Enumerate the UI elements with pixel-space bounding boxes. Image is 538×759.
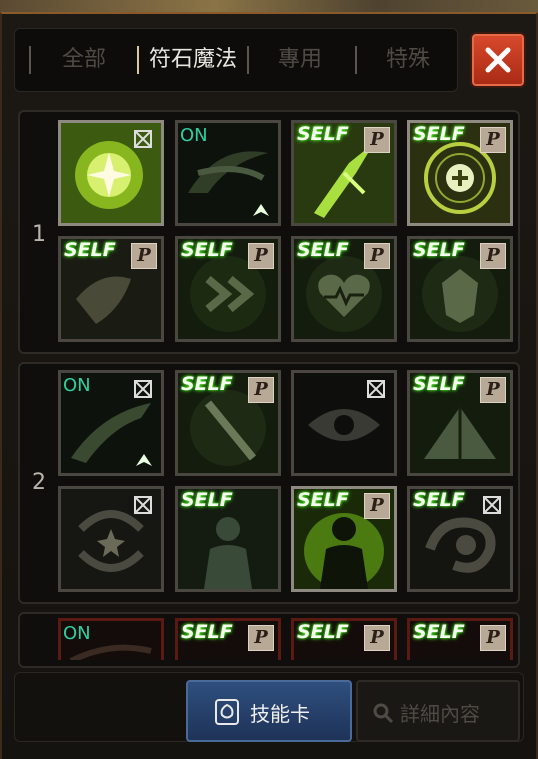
lock-icon	[134, 496, 152, 514]
skill-slot[interactable]: SELF P	[291, 236, 397, 342]
passive-badge: P	[248, 377, 274, 403]
skill-slot[interactable]: SELF P	[58, 236, 164, 342]
tab-divider	[355, 46, 357, 74]
self-badge: SELF	[413, 373, 465, 395]
self-badge: SELF	[413, 489, 465, 511]
skill-card-icon	[215, 699, 239, 725]
group-number: 1	[32, 222, 46, 247]
skill-slot[interactable]: SELF P	[407, 120, 513, 226]
lock-icon	[134, 380, 152, 398]
passive-badge: P	[248, 243, 274, 269]
passive-badge: P	[364, 625, 390, 651]
skill-slot[interactable]: SELF P	[407, 618, 513, 660]
skill-slot[interactable]: ON	[58, 370, 164, 476]
details-label: 詳細內容	[400, 702, 480, 726]
close-button[interactable]	[470, 32, 526, 88]
skill-slot[interactable]: SELF P	[175, 618, 281, 660]
passive-badge: P	[480, 625, 506, 651]
lock-icon	[367, 380, 385, 398]
self-badge: SELF	[297, 123, 349, 145]
tab-divider	[247, 46, 249, 74]
search-icon	[373, 703, 394, 724]
tab-divider	[29, 46, 31, 74]
skill-slot[interactable]: SELF P	[291, 486, 397, 592]
tab-exclusive[interactable]: 專用	[253, 29, 347, 91]
lock-icon	[134, 130, 152, 148]
self-badge: SELF	[297, 489, 349, 511]
passive-badge: P	[480, 243, 506, 269]
skill-slot[interactable]: SELF P	[407, 236, 513, 342]
skill-cards-button[interactable]: 技能卡	[186, 680, 352, 742]
group-number: 2	[32, 470, 46, 495]
passive-badge: P	[480, 377, 506, 403]
on-badge: ON	[180, 125, 208, 146]
skill-slot[interactable]: ON	[175, 120, 281, 226]
tab-rune-magic[interactable]: 符石魔法	[141, 29, 245, 91]
category-tab-bar: 全部 符石魔法 專用 特殊	[14, 28, 458, 92]
upgrade-arrow-icon	[253, 204, 269, 216]
skill-slot[interactable]: ON	[58, 618, 164, 660]
passive-badge: P	[364, 243, 390, 269]
skill-slot[interactable]: SELF P	[291, 618, 397, 660]
passive-badge: P	[480, 127, 506, 153]
self-badge: SELF	[297, 621, 349, 643]
self-badge: SELF	[297, 239, 349, 261]
lock-icon	[483, 496, 501, 514]
skill-slot[interactable]: SELF P	[407, 370, 513, 476]
details-button[interactable]: 詳細內容	[356, 680, 520, 742]
skill-slot[interactable]: SELF P	[175, 236, 281, 342]
skill-cards-label: 技能卡	[250, 702, 310, 726]
self-badge: SELF	[181, 489, 233, 511]
self-badge: SELF	[413, 621, 465, 643]
skill-slot[interactable]	[291, 370, 397, 476]
self-badge: SELF	[181, 621, 233, 643]
skill-slot[interactable]: SELF P	[291, 120, 397, 226]
close-icon	[485, 47, 511, 73]
skill-slot[interactable]: SELF	[407, 486, 513, 592]
passive-badge: P	[131, 243, 157, 269]
passive-badge: P	[364, 493, 390, 519]
partial-row: ON SELF P SELF P SELF P	[0, 618, 538, 660]
skill-slot[interactable]: SELF	[175, 486, 281, 592]
skill-slot[interactable]: SELF P	[175, 370, 281, 476]
self-badge: SELF	[64, 239, 116, 261]
tab-all[interactable]: 全部	[39, 29, 129, 91]
upgrade-arrow-icon	[136, 454, 152, 466]
on-badge: ON	[63, 623, 91, 644]
self-badge: SELF	[413, 239, 465, 261]
tab-divider-active	[137, 46, 139, 74]
tab-special[interactable]: 特殊	[361, 29, 455, 91]
skill-slot[interactable]	[58, 486, 164, 592]
self-badge: SELF	[181, 373, 233, 395]
passive-badge: P	[248, 625, 274, 651]
passive-badge: P	[364, 127, 390, 153]
self-badge: SELF	[181, 239, 233, 261]
skill-slot[interactable]	[58, 120, 164, 226]
self-badge: SELF	[413, 123, 465, 145]
on-badge: ON	[63, 375, 91, 396]
